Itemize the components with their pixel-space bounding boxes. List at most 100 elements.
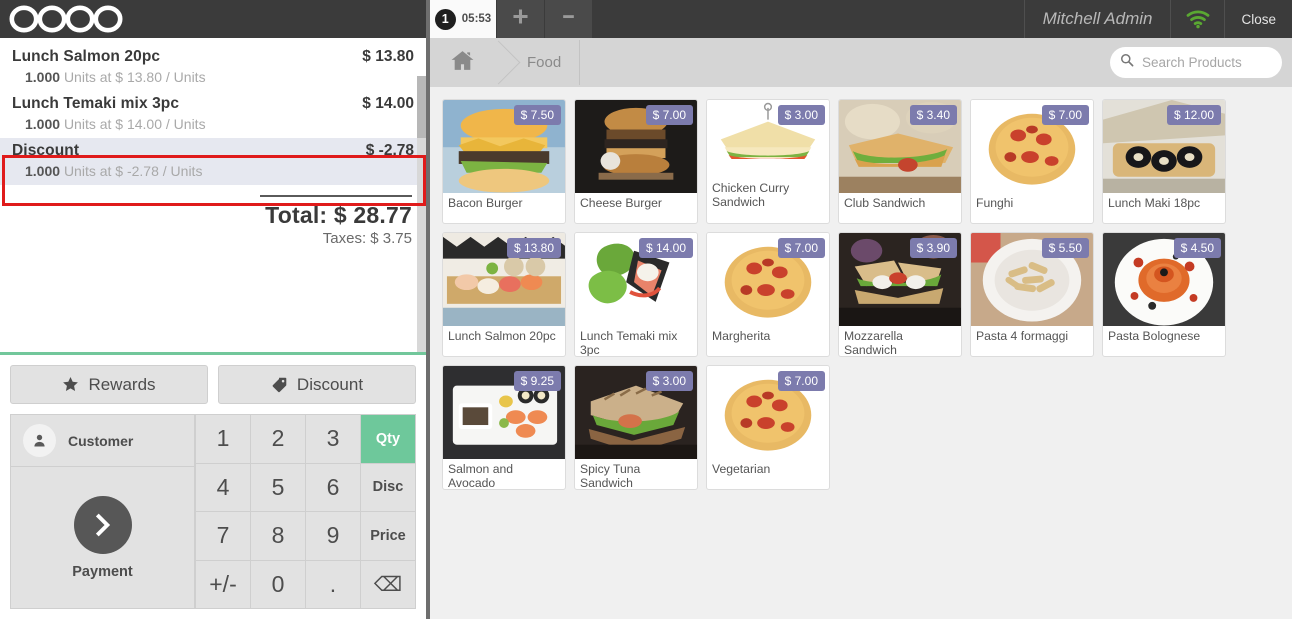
numpad-2[interactable]: 2 xyxy=(250,415,305,464)
product-card[interactable]: $ 3.00 Chicken Curry Sandwich xyxy=(706,99,830,224)
product-name: Lunch Maki 18pc xyxy=(1108,196,1201,210)
product-name: Vegetarian xyxy=(712,462,771,476)
product-card[interactable]: $ 7.00 Margherita xyxy=(706,232,830,357)
numpad-1[interactable]: 1 xyxy=(195,415,250,464)
search-box[interactable]: ✕ xyxy=(1110,47,1292,78)
numpad-qty[interactable]: Qty xyxy=(360,415,415,464)
breadcrumb-item-food[interactable]: Food xyxy=(505,38,579,87)
order-summary: Total: $ 28.77 Taxes: $ 3.75 xyxy=(0,185,426,247)
product-card[interactable]: $ 3.00 Spicy Tuna Sandwich xyxy=(574,365,698,490)
order-line-price: $ 13.80 xyxy=(362,48,414,65)
customer-label: Customer xyxy=(68,432,134,449)
order-line-price: $ -2.78 xyxy=(365,142,414,159)
product-name: Margherita xyxy=(712,329,771,343)
order-line[interactable]: Lunch Salmon 20pc $ 13.80 1.000 Units at… xyxy=(0,44,426,91)
search-icon xyxy=(1120,53,1134,72)
product-card[interactable]: $ 7.50 Bacon Burger xyxy=(442,99,566,224)
product-price: $ 14.00 xyxy=(638,238,693,258)
order-tab-active[interactable]: 1 05:53 xyxy=(430,0,496,38)
close-button[interactable]: Close xyxy=(1224,0,1292,38)
user-name[interactable]: Mitchell Admin xyxy=(1023,0,1171,38)
order-lines-scroll[interactable]: Lunch Salmon 20pc $ 13.80 1.000 Units at… xyxy=(0,38,426,355)
rewards-label: Rewards xyxy=(88,374,156,394)
numpad-backspace[interactable]: ⌫ xyxy=(360,560,415,609)
product-card[interactable]: $ 14.00 Lunch Temaki mix 3pc xyxy=(574,232,698,357)
order-line-detail: 1.000 Units at $ -2.78 / Units xyxy=(12,163,414,179)
product-name: Lunch Salmon 20pc xyxy=(448,329,556,343)
product-card[interactable]: $ 4.50 Pasta Bolognese xyxy=(1102,232,1226,357)
numpad-3[interactable]: 3 xyxy=(305,415,360,464)
product-card[interactable]: $ 7.00 Cheese Burger xyxy=(574,99,698,224)
user-icon xyxy=(23,424,56,457)
order-total: Total: $ 28.77 xyxy=(265,202,412,228)
numpad-plusminus[interactable]: +/- xyxy=(195,560,250,609)
order-line-qty: 1.000 xyxy=(25,116,61,132)
order-tab-time: 05:53 xyxy=(461,13,492,25)
search-input[interactable] xyxy=(1142,55,1292,70)
product-card[interactable]: $ 12.00 Lunch Maki 18pc xyxy=(1102,99,1226,224)
numpad-disc[interactable]: Disc xyxy=(360,463,415,512)
product-name: Bacon Burger xyxy=(448,196,523,210)
numpad-9[interactable]: 9 xyxy=(305,512,360,561)
numpad-0[interactable]: 0 xyxy=(250,560,305,609)
product-price: $ 3.00 xyxy=(645,371,693,391)
order-line[interactable]: Lunch Temaki mix 3pc $ 14.00 1.000 Units… xyxy=(0,91,426,138)
payment-label: Payment xyxy=(72,563,133,580)
order-line-unit-text: Units at $ 13.80 / Units xyxy=(63,69,206,85)
product-card[interactable]: $ 7.00 Vegetarian xyxy=(706,365,830,490)
numpad-8[interactable]: 8 xyxy=(250,512,305,561)
product-card[interactable]: $ 5.50 Pasta 4 formaggi xyxy=(970,232,1094,357)
rewards-button[interactable]: Rewards xyxy=(10,365,208,404)
payment-button[interactable]: Payment xyxy=(11,467,194,608)
numpad-area: Customer Payment 1 2 3 Qty 4 5 6 Disc 7 xyxy=(0,414,426,619)
breadcrumb-separator-icon xyxy=(489,38,505,87)
product-name: Chicken Curry Sandwich xyxy=(712,181,790,210)
order-line-qty: 1.000 xyxy=(25,163,61,179)
product-name: Pasta 4 formaggi xyxy=(976,329,1069,343)
breadcrumb: Food ✕ xyxy=(430,38,1292,87)
product-price: $ 4.50 xyxy=(1173,238,1221,258)
product-card[interactable]: $ 9.25 Salmon and Avocado xyxy=(442,365,566,490)
order-lines: Lunch Salmon 20pc $ 13.80 1.000 Units at… xyxy=(0,38,426,185)
product-card[interactable]: $ 3.40 Club Sandwich xyxy=(838,99,962,224)
numpad-5[interactable]: 5 xyxy=(250,463,305,512)
top-bar: 1 05:53 Mitchell Admin Close xyxy=(430,0,1292,38)
customer-button[interactable]: Customer xyxy=(11,415,194,467)
product-name: Mozzarella Sandwich xyxy=(844,329,903,356)
product-card[interactable]: $ 3.90 Mozzarella Sandwich xyxy=(838,232,962,357)
product-card[interactable]: $ 13.80 Lunch Salmon 20pc xyxy=(442,232,566,357)
product-name: Club Sandwich xyxy=(844,196,926,210)
numpad-price[interactable]: Price xyxy=(360,512,415,561)
order-line-name: Lunch Salmon 20pc xyxy=(12,48,161,65)
order-line-detail: 1.000 Units at $ 13.80 / Units xyxy=(12,69,414,85)
order-actions: Rewards Discount xyxy=(0,355,426,414)
numpad-4[interactable]: 4 xyxy=(195,463,250,512)
numpad: 1 2 3 Qty 4 5 6 Disc 7 8 9 Price +/- 0 .… xyxy=(195,414,416,609)
wifi-icon[interactable] xyxy=(1170,0,1224,38)
order-panel: Lunch Salmon 20pc $ 13.80 1.000 Units at… xyxy=(0,0,430,619)
order-tab-badge: 1 xyxy=(434,8,456,30)
numpad-7[interactable]: 7 xyxy=(195,512,250,561)
numpad-decimal[interactable]: . xyxy=(305,560,360,609)
product-price: $ 5.50 xyxy=(1041,238,1089,258)
customer-payment-column: Customer Payment xyxy=(10,414,195,609)
order-line-price: $ 14.00 xyxy=(362,95,414,112)
product-price: $ 3.00 xyxy=(777,105,825,125)
order-taxes: Taxes: $ 3.75 xyxy=(322,230,412,247)
product-price: $ 12.00 xyxy=(1166,105,1221,125)
product-price: $ 7.00 xyxy=(645,105,693,125)
remove-order-button[interactable] xyxy=(544,0,592,38)
numpad-6[interactable]: 6 xyxy=(305,463,360,512)
order-scrollbar-thumb[interactable] xyxy=(417,76,426,138)
product-name: Funghi xyxy=(976,196,1014,210)
order-line-selected[interactable]: Discount $ -2.78 1.000 Units at $ -2.78 … xyxy=(0,138,426,185)
product-name: Lunch Temaki mix 3pc xyxy=(580,329,678,356)
add-order-button[interactable] xyxy=(496,0,544,38)
product-grid: $ 7.50 Bacon Burger $ 7.00 Cheese Burger… xyxy=(430,87,1292,619)
pos-app: Lunch Salmon 20pc $ 13.80 1.000 Units at… xyxy=(0,0,1292,619)
chevron-right-icon xyxy=(73,495,132,554)
star-icon xyxy=(62,376,79,393)
discount-button[interactable]: Discount xyxy=(218,365,416,404)
product-card[interactable]: $ 7.00 Funghi xyxy=(970,99,1094,224)
product-price: $ 3.90 xyxy=(909,238,957,258)
